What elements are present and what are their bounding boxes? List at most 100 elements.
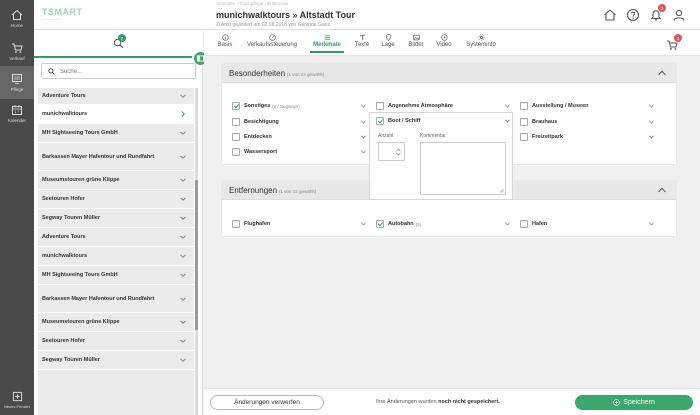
chevron-down-icon[interactable]: [361, 135, 366, 139]
checkbox[interactable]: [520, 118, 528, 126]
checkbox[interactable]: [232, 133, 240, 141]
list-item[interactable]: Segway Touren Müller: [38, 351, 194, 370]
app-rail: Home Verkauf Pflege Kalender: [0, 0, 34, 415]
feature-label: Angenehme Atmosphäre: [388, 103, 453, 109]
list-item[interactable]: Seetouren Hofer: [38, 332, 194, 351]
unsaved-bold-text: noch nicht gespeichert.: [438, 399, 500, 405]
tab-video[interactable]: Video: [434, 34, 454, 48]
tab-label: Texte: [354, 42, 370, 48]
chevron-down-icon[interactable]: [361, 222, 366, 226]
chevron-down-icon[interactable]: [361, 150, 366, 154]
list-item[interactable]: Museumstouren grüne Klippe: [38, 313, 194, 332]
search-field[interactable]: [41, 63, 196, 79]
chevron-down-icon[interactable]: [361, 104, 366, 108]
tab-merkmale[interactable]: Merkmale: [310, 34, 344, 53]
new-window-button[interactable]: Neues Fenster: [0, 385, 34, 415]
feature-brauhaus[interactable]: Brauhaus: [520, 116, 654, 128]
checkbox-checked[interactable]: [232, 102, 240, 110]
list-item[interactable]: Segway Touren Müller: [38, 209, 194, 228]
chevron-down-icon[interactable]: [649, 120, 654, 124]
checkbox[interactable]: [376, 102, 384, 110]
chevron-down-icon[interactable]: [361, 120, 366, 124]
text-icon: [359, 34, 365, 41]
feature-hafen[interactable]: Hafen: [520, 218, 654, 230]
cart-badge: 3: [674, 34, 682, 42]
rail-item-home[interactable]: Home: [0, 2, 34, 35]
search-input[interactable]: [60, 66, 190, 77]
checkbox-checked[interactable]: [376, 117, 384, 125]
checkbox-checked[interactable]: [376, 220, 384, 228]
tab-label: Lage: [381, 42, 395, 48]
chevron-down-icon[interactable]: [505, 222, 510, 226]
chevron-down-icon[interactable]: [505, 119, 510, 123]
rail-item-label: Home: [10, 23, 23, 28]
feature-wassersport[interactable]: Wassersport: [232, 146, 366, 158]
feature-freizeitpark[interactable]: Freizeitpark: [520, 131, 654, 143]
rail-item-pflege[interactable]: Pflege: [0, 66, 34, 99]
feature-entdecken[interactable]: Entdecken: [232, 131, 366, 143]
tab-lage[interactable]: Lage: [380, 34, 396, 48]
checkbox[interactable]: [232, 220, 240, 228]
feature-flughafen[interactable]: Flughafen: [232, 218, 366, 230]
list-item[interactable]: Barkassen Mayer Hafentour und Rundfahrt: [38, 143, 194, 171]
tab-bar: Basis Verkaufssteuerung Merkmale Texte L…: [204, 30, 700, 56]
provider-list: Adventure Tours munichwalktours MH Sight…: [38, 88, 194, 415]
chevron-up-icon[interactable]: [658, 187, 666, 193]
home-icon[interactable]: [603, 8, 617, 22]
feature-label: Entdecken: [244, 134, 272, 140]
help-icon[interactable]: [626, 8, 640, 22]
tab-verkaufssteuerung[interactable]: Verkaufssteuerung: [242, 34, 302, 48]
tab-basis[interactable]: Basis: [216, 34, 234, 48]
chevron-down-icon[interactable]: [649, 222, 654, 226]
feature-boot-schiff[interactable]: Boot / Schiff: [376, 115, 510, 127]
rail-item-verkauf[interactable]: Verkauf: [0, 35, 34, 68]
tab-systeminfo[interactable]: Systeminfo: [462, 34, 500, 48]
checkbox[interactable]: [232, 148, 240, 156]
discard-changes-button[interactable]: Änderungen verwerfen: [210, 395, 324, 410]
list-item[interactable]: Museumstouren grüne Klippe: [38, 171, 194, 190]
list-item[interactable]: Adventure Tours: [38, 88, 194, 105]
besonderheiten-header[interactable]: Besonderheiten (1 von 24 gewählt): [222, 64, 676, 83]
panel-toggle-icon: [197, 55, 204, 62]
checkbox[interactable]: [232, 118, 240, 126]
checkbox[interactable]: [520, 133, 528, 141]
chevron-down-icon[interactable]: [505, 104, 510, 108]
tab-texte[interactable]: Texte: [352, 34, 372, 48]
save-button[interactable]: Speichern: [575, 395, 693, 410]
list-item[interactable]: Seetouren Hofer: [38, 190, 194, 209]
rail-item-label: Kalender: [7, 118, 26, 123]
list-scrollbar[interactable]: [195, 88, 198, 415]
anzahl-stepper[interactable]: [378, 142, 405, 161]
feature-besichtigung[interactable]: Besichtigung: [232, 116, 366, 128]
feature-ausstellung-museen[interactable]: Ausstellung / Museen: [520, 100, 654, 112]
list-item[interactable]: Adventure Tours: [38, 228, 194, 247]
chevron-down-icon: [180, 358, 186, 362]
video-icon: [440, 34, 448, 41]
rail-item-kalender[interactable]: Kalender: [0, 97, 34, 130]
chevron-up-icon[interactable]: [658, 70, 666, 76]
list-item-selected[interactable]: munichwalktours: [38, 105, 194, 124]
scrollbar-thumb[interactable]: [195, 180, 198, 330]
chevron-down-icon[interactable]: [649, 135, 654, 139]
tab-bilder[interactable]: Bilder: [406, 34, 426, 48]
monitor-icon: [12, 74, 22, 84]
breadcrumb[interactable]: Startseite › Touchpflege › Erlebnisse: [216, 1, 288, 6]
list-item[interactable]: MH Sightseeing Tours GmbH: [38, 266, 194, 285]
checkbox[interactable]: [520, 102, 528, 110]
chevron-down-icon: [180, 131, 186, 135]
user-icon[interactable]: [672, 8, 686, 22]
list-item[interactable]: Barkassen Mayer Hafentour und Rundfahrt: [38, 285, 194, 313]
chevron-down-icon[interactable]: [649, 104, 654, 108]
feature-angenehme-atmosphaere[interactable]: Angenehme Atmosphäre: [376, 100, 510, 112]
house-icon: [11, 9, 23, 20]
list-item-label: MH Sightseeing Tours GmbH: [42, 130, 118, 136]
feature-autobahn[interactable]: Autobahn (5): [376, 218, 510, 230]
list-item[interactable]: MH Sightseeing Tours GmbH: [38, 124, 194, 143]
left-panel-header: 7: [34, 30, 209, 67]
resize-handle-icon[interactable]: [499, 188, 504, 193]
checkbox[interactable]: [520, 220, 528, 228]
kommentar-textarea[interactable]: [420, 142, 506, 195]
stepper-arrows-icon[interactable]: [396, 148, 401, 156]
list-item[interactable]: munichwalktours: [38, 247, 194, 266]
feature-sonstiges[interactable]: Sonstiges (4 / Segways): [232, 100, 366, 112]
